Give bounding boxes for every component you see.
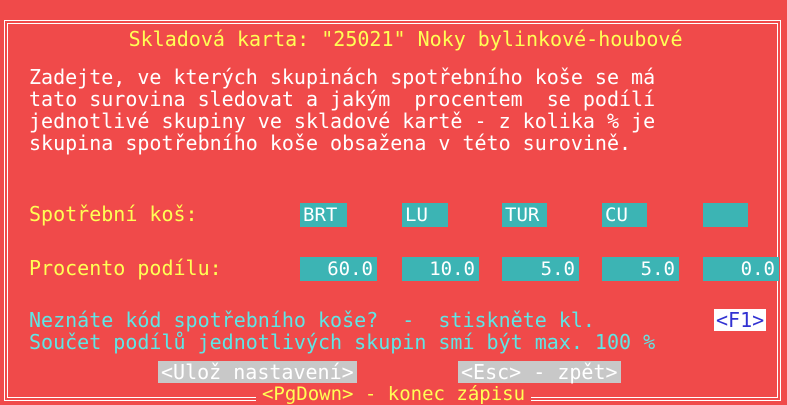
- footer-hint: <PgDown> - konec zápisu: [0, 383, 787, 405]
- share-label: Procento podílu:: [29, 256, 222, 280]
- share-percent-field[interactable]: 60.0: [300, 257, 377, 281]
- instructions-line: skupina spotřebního koše obsažena v této…: [29, 131, 632, 155]
- basket-code-field[interactable]: TUR: [502, 203, 547, 227]
- instructions-line: Zadejte, ve kterých skupinách spotřebníh…: [29, 65, 656, 89]
- share-percent-field[interactable]: 5.0: [502, 257, 579, 281]
- basket-label: Spotřební koš:: [29, 202, 198, 226]
- instructions-line: jednotlivé skupiny ve skladové kartě - z…: [29, 109, 656, 133]
- basket-code-field[interactable]: LU: [402, 203, 448, 227]
- share-percent-field[interactable]: 10.0: [402, 257, 479, 281]
- f1-help-text: Neznáte kód spotřebního koše? - stisknět…: [29, 308, 595, 332]
- basket-code-field[interactable]: [703, 203, 748, 227]
- save-settings-button[interactable]: <Ulož nastavení>: [158, 361, 357, 383]
- share-percent-field[interactable]: 0.0: [703, 257, 779, 281]
- pgdown-hint[interactable]: <PgDown> - konec zápisu: [255, 383, 532, 405]
- basket-code-field[interactable]: BRT: [300, 203, 347, 227]
- window-title: Skladová karta: "25021" Noky bylinkové-h…: [0, 6, 787, 51]
- title-card-label: Skladová karta: "25021": [128, 27, 406, 51]
- share-percent-field[interactable]: 5.0: [602, 257, 679, 281]
- basket-code-field[interactable]: CU: [602, 203, 647, 227]
- instructions-line: tato surovina sledovat a jakým procentem…: [29, 87, 656, 111]
- f1-key-button[interactable]: <F1>: [714, 309, 767, 331]
- title-item-name: Noky bylinkové-houbové: [417, 27, 683, 51]
- esc-back-button[interactable]: <Esc> - zpět>: [458, 361, 621, 383]
- sum-limit-note: Součet podílů jednotlivých skupin smí bý…: [29, 330, 656, 354]
- instructions-text: Zadejte, ve kterých skupinách spotřebníh…: [29, 66, 779, 154]
